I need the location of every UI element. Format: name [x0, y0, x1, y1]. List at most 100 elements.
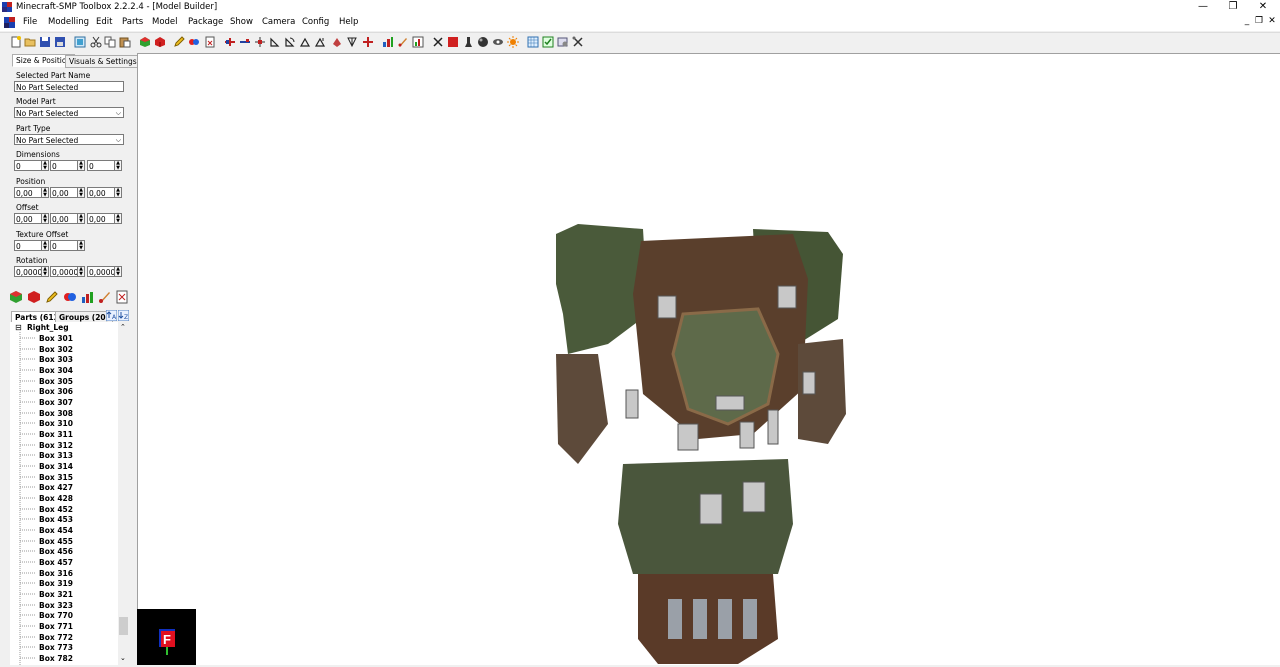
rotate-y-icon[interactable] — [284, 36, 296, 48]
offset-y-stepper[interactable]: ▲ ▼ — [77, 213, 85, 224]
tree-item[interactable]: Box 307 — [39, 398, 73, 407]
offset-x-stepper[interactable]: ▲ ▼ — [41, 213, 49, 224]
tree-item[interactable]: Box 771 — [39, 622, 73, 631]
tree-item[interactable]: Box 323 — [39, 601, 73, 610]
check-grid-icon[interactable] — [542, 36, 554, 48]
tree-item[interactable]: Box 773 — [39, 643, 73, 652]
dimension-x-field[interactable]: 0 — [14, 160, 42, 171]
tree-item[interactable]: Box 311 — [39, 430, 73, 439]
menu-package[interactable]: Package — [188, 17, 223, 27]
menu-help[interactable]: Help — [339, 17, 358, 27]
tree-item[interactable]: Box 782 — [39, 654, 73, 663]
restore-button[interactable]: ❐ — [1218, 0, 1248, 15]
mdi-close-button[interactable]: ✕ — [1266, 16, 1278, 26]
tree-item[interactable]: Box 302 — [39, 345, 73, 354]
menu-model[interactable]: Model — [152, 17, 178, 27]
dimension-y-field[interactable]: 0 — [50, 160, 78, 171]
model-viewport[interactable] — [137, 53, 1280, 665]
rotate-x-icon[interactable] — [269, 36, 281, 48]
texture-offset-x-stepper[interactable]: ▲ ▼ — [41, 240, 49, 251]
texture-offset-x-field[interactable]: 0 — [14, 240, 42, 251]
tree-item[interactable]: Box 452 — [39, 505, 73, 514]
sphere-icon[interactable] — [477, 36, 489, 48]
brush-icon[interactable] — [97, 290, 113, 304]
tree-item[interactable]: Box 316 — [39, 569, 73, 578]
tree-item[interactable]: Box 313 — [39, 451, 73, 460]
dimension-y-stepper[interactable]: ▲ ▼ — [77, 160, 85, 171]
scroll-up-icon[interactable]: ⌃ — [120, 323, 126, 331]
position-z-field[interactable]: 0,00 — [87, 187, 115, 198]
copy-icon[interactable] — [104, 36, 116, 48]
tree-item[interactable]: Box 770 — [39, 611, 73, 620]
dimension-z-stepper[interactable]: ▲ ▼ — [114, 160, 122, 171]
mirror-x-icon[interactable] — [224, 36, 236, 48]
texture-offset-y-stepper[interactable]: ▲ ▼ — [77, 240, 85, 251]
menu-file[interactable]: File — [23, 17, 37, 27]
offset-x-field[interactable]: 0,00 — [14, 213, 42, 224]
tree-item[interactable]: Box 310 — [39, 419, 73, 428]
dimension-x-stepper[interactable]: ▲ ▼ — [41, 160, 49, 171]
offset-z-stepper[interactable]: ▲ ▼ — [114, 213, 122, 224]
light-icon[interactable] — [507, 36, 519, 48]
sort-descending-icon[interactable]: Z — [118, 310, 129, 321]
brush-icon[interactable] — [397, 36, 409, 48]
model-part-select[interactable]: No Part Selected ⌵ — [14, 107, 124, 118]
part-type-select[interactable]: No Part Selected ⌵ — [14, 134, 124, 145]
open-folder-icon[interactable] — [24, 36, 36, 48]
figure-icon[interactable] — [462, 36, 474, 48]
tree-item[interactable]: Box 456 — [39, 547, 73, 556]
dimension-z-field[interactable]: 0 — [87, 160, 115, 171]
add-shape-icon[interactable] — [154, 36, 166, 48]
delete-part-icon[interactable] — [114, 290, 130, 304]
scale-icon[interactable] — [346, 36, 358, 48]
close-button[interactable]: ✕ — [1248, 0, 1278, 15]
bar-chart-icon[interactable] — [382, 36, 394, 48]
red-box-icon[interactable] — [447, 36, 459, 48]
menu-config[interactable]: Config — [302, 17, 329, 27]
tree-item[interactable]: Box 306 — [39, 387, 73, 396]
scroll-down-icon[interactable]: ⌄ — [120, 654, 126, 662]
rotate-z-icon[interactable] — [299, 36, 311, 48]
mirror-z-icon[interactable] — [254, 36, 266, 48]
paste-icon[interactable] — [119, 36, 131, 48]
rotation-y-stepper[interactable]: ▲ ▼ — [77, 266, 85, 277]
pencil-icon[interactable] — [173, 36, 185, 48]
tree-item[interactable]: Box 314 — [39, 462, 73, 471]
tree-item[interactable]: Box 304 — [39, 366, 73, 375]
menu-edit[interactable]: Edit — [96, 17, 112, 27]
pencil-icon[interactable] — [44, 290, 60, 304]
document-icon[interactable] — [4, 17, 15, 28]
tree-item[interactable]: Box 305 — [39, 377, 73, 386]
tools-icon[interactable] — [572, 36, 584, 48]
mdi-minimize-button[interactable]: _ — [1241, 16, 1253, 26]
tree-item[interactable]: Box 772 — [39, 633, 73, 642]
tree-item[interactable]: Box 428 — [39, 494, 73, 503]
cut-icon[interactable] — [90, 36, 102, 48]
move-icon[interactable] — [362, 36, 374, 48]
selected-part-name-field[interactable]: No Part Selected — [14, 81, 124, 92]
tab-visuals-settings[interactable]: Visuals & Settings — [65, 55, 141, 68]
paint-icon[interactable] — [62, 290, 78, 304]
add-box-icon[interactable] — [139, 36, 151, 48]
settings-icon[interactable] — [557, 36, 569, 48]
save-as-icon[interactable] — [54, 36, 66, 48]
rotation-x-stepper[interactable]: ▲ ▼ — [41, 266, 49, 277]
eye-icon[interactable] — [492, 36, 504, 48]
position-x-field[interactable]: 0,00 — [14, 187, 42, 198]
tree-item[interactable]: Box 454 — [39, 526, 73, 535]
sort-ascending-icon[interactable]: A — [106, 310, 117, 321]
tree-item[interactable]: Box 319 — [39, 579, 73, 588]
position-y-stepper[interactable]: ▲ ▼ — [77, 187, 85, 198]
export-icon[interactable] — [74, 36, 86, 48]
position-z-stepper[interactable]: ▲ ▼ — [114, 187, 122, 198]
tree-item[interactable]: Box 308 — [39, 409, 73, 418]
tree-item[interactable]: Box 312 — [39, 441, 73, 450]
paint-icon[interactable] — [188, 36, 200, 48]
tree-scrollbar[interactable]: ⌃ ⌄ — [118, 322, 130, 665]
scrollbar-thumb[interactable] — [119, 617, 128, 635]
mirror-y-icon[interactable] — [239, 36, 251, 48]
texture-icon[interactable] — [331, 36, 343, 48]
tree-item[interactable]: Box 457 — [39, 558, 73, 567]
delete-icon[interactable] — [432, 36, 444, 48]
bar-chart-icon[interactable] — [80, 290, 96, 304]
